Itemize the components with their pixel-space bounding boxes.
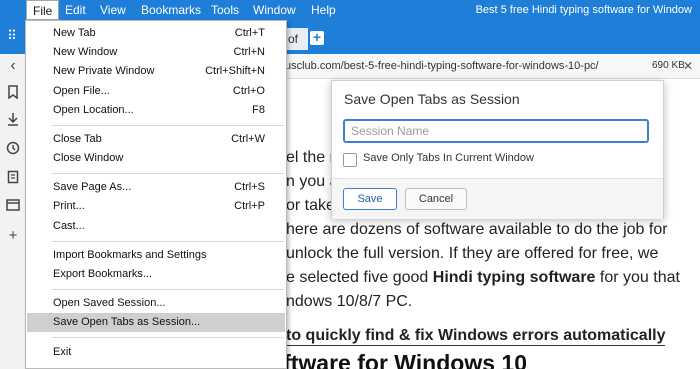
window-icon[interactable] — [4, 198, 22, 216]
menu-separator — [52, 173, 284, 174]
menu-separator — [52, 289, 284, 290]
article-text: here are dozens of software available to… — [286, 221, 668, 238]
notes-icon[interactable] — [4, 170, 22, 188]
menu-file[interactable]: File — [26, 0, 60, 20]
article-text: or take — [286, 197, 335, 214]
menu-edit[interactable]: Edit — [59, 0, 92, 20]
menu-item-open-saved-session[interactable]: Open Saved Session... — [27, 294, 285, 313]
menu-item-save-open-tabs-as-session[interactable]: Save Open Tabs as Session... — [27, 313, 285, 332]
menu-separator — [52, 337, 284, 338]
menu-item-close-tab[interactable]: Close Tab Ctrl+W — [27, 130, 285, 149]
menu-item-print[interactable]: Print... Ctrl+P — [27, 197, 285, 216]
session-name-input[interactable] — [343, 119, 649, 143]
article-text: unlock the full version. If they are off… — [286, 245, 659, 262]
article-bold-text: Hindi typing software — [432, 269, 596, 286]
bookmark-icon[interactable] — [4, 85, 22, 103]
article-link[interactable]: to quickly find & fix Windows errors aut… — [286, 327, 666, 346]
menu-item-close-window[interactable]: Close Window — [27, 149, 285, 168]
menu-item-new-window[interactable]: New Window Ctrl+N — [27, 43, 285, 62]
close-icon[interactable]: ✕ — [683, 54, 693, 78]
menu-item-save-page-as[interactable]: Save Page As... Ctrl+S — [27, 178, 285, 197]
menu-bookmarks[interactable]: Bookmarks — [135, 0, 207, 20]
menu-view[interactable]: View — [94, 0, 132, 20]
menu-help[interactable]: Help — [305, 0, 342, 20]
menu-item-open-location[interactable]: Open Location... F8 — [27, 101, 285, 120]
cancel-button[interactable]: Cancel — [405, 188, 467, 210]
url-field[interactable]: usclub.com/best-5-free-hindi-typing-soft… — [285, 54, 599, 78]
menu-item-new-tab[interactable]: New Tab Ctrl+T — [27, 24, 285, 43]
article-text-fragment: e selected five good — [286, 269, 433, 286]
dialog-footer: Save Cancel — [332, 178, 663, 219]
menu-tools[interactable]: Tools — [205, 0, 245, 20]
article-text: ndows 10/8/7 PC. — [286, 293, 413, 310]
menu-item-export-bookmarks[interactable]: Export Bookmarks... — [27, 265, 285, 284]
grid-icon[interactable]: ⠿ — [4, 28, 20, 44]
page-size-badge: 690 KB — [652, 60, 685, 71]
dialog-title: Save Open Tabs as Session — [344, 91, 520, 107]
checkbox-label: Save Only Tabs In Current Window — [363, 152, 534, 164]
history-icon[interactable] — [4, 141, 22, 159]
save-button[interactable]: Save — [343, 188, 397, 210]
side-panel: ‹ + — [0, 54, 27, 369]
menu-item-exit[interactable]: Exit — [27, 343, 285, 362]
menu-item-new-private-window[interactable]: New Private Window Ctrl+Shift+N — [27, 62, 285, 81]
menu-item-open-file[interactable]: Open File... Ctrl+O — [27, 82, 285, 101]
download-icon[interactable] — [4, 112, 22, 130]
menu-separator — [52, 241, 284, 242]
window-title: Best 5 free Hindi typing software for Wi… — [475, 4, 692, 16]
menu-item-import-bookmarks[interactable]: Import Bookmarks and Settings — [27, 246, 285, 265]
article-text: e selected five good Hindi typing softwa… — [286, 269, 680, 287]
current-window-checkbox[interactable] — [343, 153, 357, 167]
article-text-fragment: for you that — [595, 269, 680, 286]
menu-window[interactable]: Window — [247, 0, 302, 20]
save-session-dialog: Save Open Tabs as Session Save Only Tabs… — [331, 80, 664, 219]
file-menu: New Tab Ctrl+T New Window Ctrl+N New Priva… — [25, 20, 287, 369]
add-panel-icon[interactable]: + — [4, 227, 22, 245]
chevron-left-icon[interactable]: ‹ — [4, 57, 22, 75]
menu-bar: File Edit View Bookmarks Tools Window He… — [0, 0, 700, 20]
menu-separator — [52, 125, 284, 126]
tab-title[interactable]: of — [286, 28, 308, 50]
new-tab-button[interactable]: + — [310, 30, 324, 45]
menu-item-cast[interactable]: Cast... — [27, 217, 285, 236]
